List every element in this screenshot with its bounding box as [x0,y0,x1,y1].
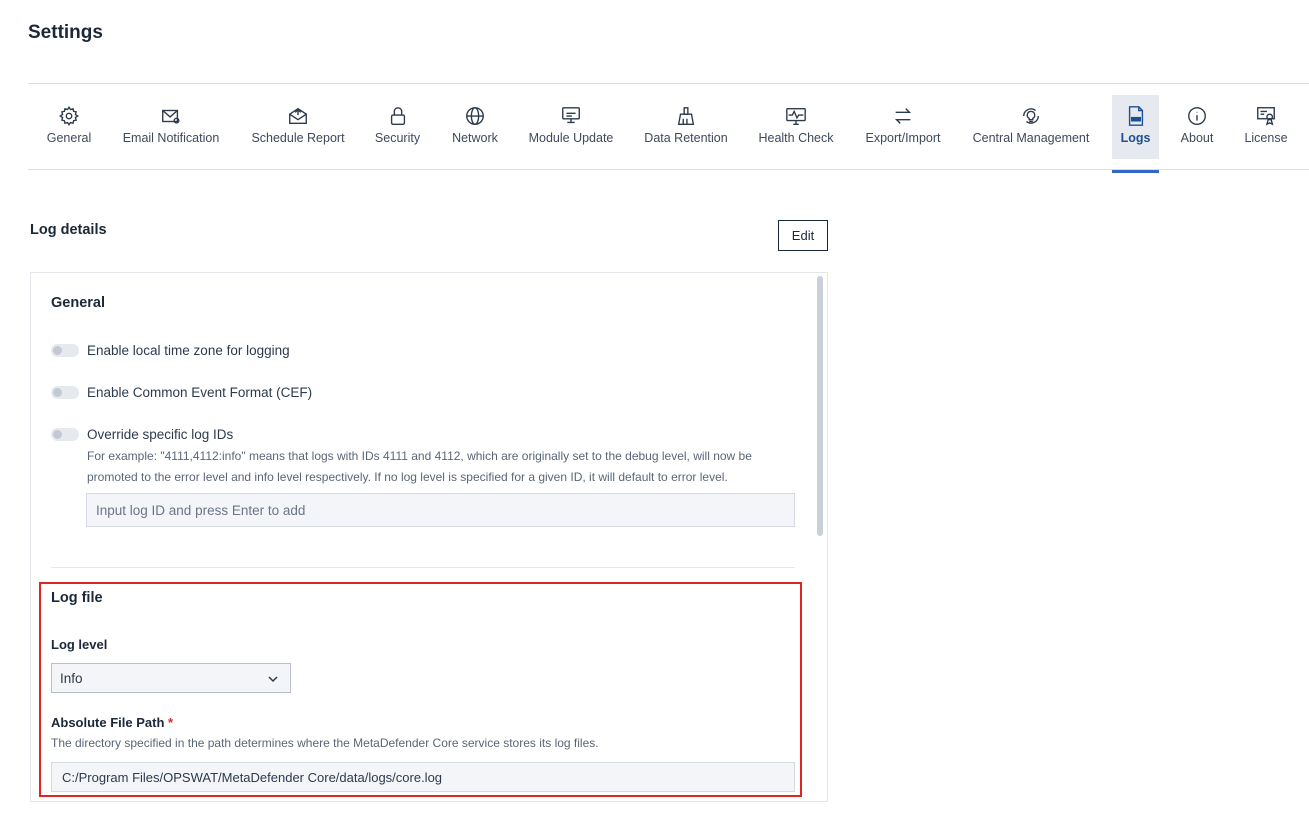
toggle-row-override-log-ids: Override specific log IDs [51,427,233,442]
panel-scrollbar[interactable] [817,276,823,536]
path-label-row: Absolute File Path * [51,715,173,730]
tab-label: About [1180,131,1214,145]
edit-button[interactable]: Edit [778,220,828,251]
tab-label: Network [452,131,498,145]
tab-label: Central Management [972,131,1090,145]
tab-label: Module Update [528,131,614,145]
swap-arrows-icon [892,105,914,127]
tab-label: Email Notification [122,131,220,145]
general-group-title: General [51,295,105,311]
tab-security[interactable]: Security [366,95,429,159]
info-icon [1186,105,1208,127]
tab-label: Export/Import [865,131,941,145]
tab-central-management[interactable]: Central Management [964,95,1098,159]
toggle-label: Override specific log IDs [87,427,234,442]
toggle-label: Enable Common Event Format (CEF) [87,385,313,400]
mail-open-icon [287,105,309,127]
tab-email-notification[interactable]: Email Notification [114,95,228,159]
required-mark: * [168,715,174,730]
override-help-text: For example: "4111,4112:info" means that… [87,449,752,484]
log-id-input[interactable] [86,493,795,527]
log-file-icon [1125,105,1147,127]
path-help-text: The directory specified in the path dete… [51,736,599,750]
tab-data-retention[interactable]: Data Retention [636,95,736,159]
tab-label: Data Retention [644,131,728,145]
tab-network[interactable]: Network [443,95,507,159]
certificate-icon [1255,105,1277,127]
log-details-title: Log details [30,222,107,238]
tab-general[interactable]: General [32,95,106,159]
pulse-monitor-icon [785,105,807,127]
tab-label: Schedule Report [251,131,345,145]
tab-label: License [1244,131,1288,145]
override-log-ids-toggle[interactable] [51,428,79,441]
lightbulb-cycle-icon [1020,105,1042,127]
tab-module-update[interactable]: Module Update [520,95,622,159]
toggle-label: Enable local time zone for logging [87,343,290,358]
broom-icon [675,105,697,127]
lock-icon [387,105,409,127]
globe-icon [464,105,486,127]
tab-export-import[interactable]: Export/Import [856,95,950,159]
log-level-value: Info [60,670,83,686]
tab-license[interactable]: License [1237,95,1295,159]
gear-icon [58,105,80,127]
log-level-label: Log level [51,637,108,652]
tab-schedule-report[interactable]: Schedule Report [244,95,352,159]
absolute-path-input[interactable] [51,762,795,792]
path-label: Absolute File Path [51,715,165,730]
tab-health-check[interactable]: Health Check [750,95,842,159]
tab-about[interactable]: About [1173,95,1221,159]
tab-label: Security [374,131,421,145]
toggle-row-cef: Enable Common Event Format (CEF) [51,385,312,400]
log-level-select[interactable]: Info [51,663,291,693]
tab-label: General [46,131,92,145]
local-timezone-toggle[interactable] [51,344,79,357]
tab-logs[interactable]: Logs [1112,95,1159,159]
envelope-icon [160,105,182,127]
tab-label: Health Check [758,131,834,145]
toggle-row-local-timezone: Enable local time zone for logging [51,343,290,358]
section-divider [51,567,795,568]
monitor-icon [560,105,582,127]
tab-label: Logs [1120,131,1151,145]
chevron-down-icon [267,673,279,685]
page-title: Settings [28,22,103,43]
active-tab-indicator [1112,170,1159,173]
log-file-group-title: Log file [51,590,103,606]
settings-tabs: General Email Notification Schedule Repo… [28,83,1309,170]
cef-toggle[interactable] [51,386,79,399]
